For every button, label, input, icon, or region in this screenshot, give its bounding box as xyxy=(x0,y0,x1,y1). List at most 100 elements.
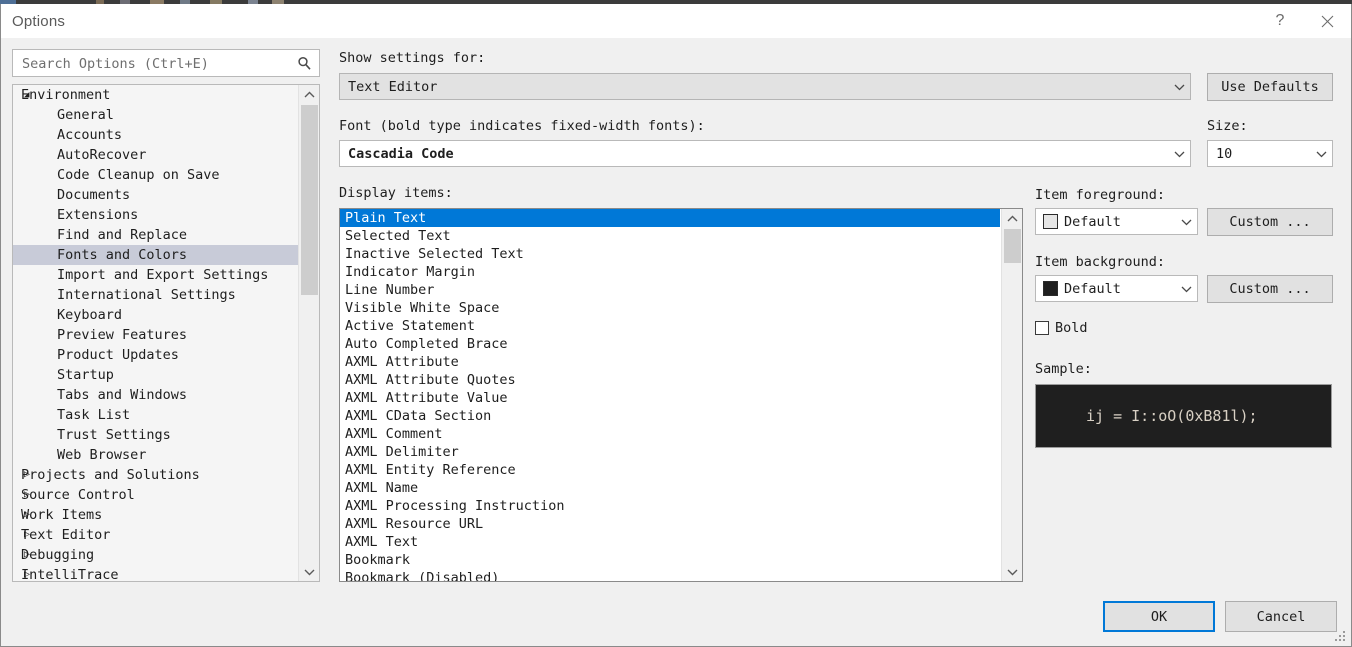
expander-closed-icon[interactable]: ▷ xyxy=(24,465,36,485)
display-item-row[interactable]: AXML Attribute xyxy=(340,353,1000,371)
display-item-row[interactable]: Inactive Selected Text xyxy=(340,245,1000,263)
tree-item[interactable]: Code Cleanup on Save xyxy=(13,165,298,185)
bold-label: Bold xyxy=(1055,320,1088,336)
show-settings-for-combo[interactable]: Text Editor xyxy=(339,73,1191,100)
tree-item[interactable]: Product Updates xyxy=(13,345,298,365)
tree-scroll-thumb[interactable] xyxy=(301,105,318,295)
expander-closed-icon[interactable]: ▷ xyxy=(24,565,36,581)
chevron-down-icon xyxy=(1175,285,1197,293)
item-background-value: Default xyxy=(1064,280,1121,297)
search-options-box[interactable] xyxy=(12,49,320,77)
display-item-row[interactable]: Selected Text xyxy=(340,227,1000,245)
tree-item[interactable]: Fonts and Colors xyxy=(13,245,298,265)
display-item-row[interactable]: Visible White Space xyxy=(340,299,1000,317)
display-item-row[interactable]: AXML Processing Instruction xyxy=(340,497,1000,515)
tree-item[interactable]: ▷ Work Items xyxy=(13,505,298,525)
items-scroll-down-icon[interactable] xyxy=(1002,562,1022,581)
tree-item-label: Fonts and Colors xyxy=(57,247,188,263)
tree-item[interactable]: Trust Settings xyxy=(13,425,298,445)
tree-item[interactable]: Startup xyxy=(13,365,298,385)
tree-scroll-up-icon[interactable] xyxy=(299,85,319,104)
expander-closed-icon[interactable]: ▷ xyxy=(24,525,36,545)
chevron-down-icon xyxy=(1175,218,1197,226)
display-item-row[interactable]: AXML Delimiter xyxy=(340,443,1000,461)
expander-closed-icon[interactable]: ▷ xyxy=(24,485,36,505)
display-item-row[interactable]: Line Number xyxy=(340,281,1000,299)
display-item-row[interactable]: AXML Resource URL xyxy=(340,515,1000,533)
display-item-row[interactable]: AXML Attribute Value xyxy=(340,389,1000,407)
display-item-row[interactable]: Auto Completed Brace xyxy=(340,335,1000,353)
item-foreground-combo[interactable]: Default xyxy=(1035,208,1198,235)
tree-item[interactable]: ▷ Text Editor xyxy=(13,525,298,545)
sample-text: ij = I::oO(0xB81l); xyxy=(1086,407,1258,425)
tree-item-label: Import and Export Settings xyxy=(57,267,269,283)
display-item-row[interactable]: AXML Comment xyxy=(340,425,1000,443)
tree-item-label: Extensions xyxy=(57,207,139,223)
use-defaults-button[interactable]: Use Defaults xyxy=(1207,73,1333,101)
tree-item[interactable]: Preview Features xyxy=(13,325,298,345)
item-background-custom-button[interactable]: Custom ... xyxy=(1207,275,1333,303)
tree-item-label: Task List xyxy=(57,407,131,423)
display-item-row[interactable]: AXML CData Section xyxy=(340,407,1000,425)
tree-item[interactable]: Tabs and Windows xyxy=(13,385,298,405)
font-combo[interactable]: Cascadia Code xyxy=(339,140,1191,167)
item-foreground-value: Default xyxy=(1064,213,1121,230)
tree-item[interactable]: ▷ IntelliTrace xyxy=(13,565,298,581)
tree-item[interactable]: Import and Export Settings xyxy=(13,265,298,285)
expander-open-icon[interactable]: ◢ xyxy=(24,85,36,105)
display-item-row[interactable]: AXML Text xyxy=(340,533,1000,551)
expander-closed-icon[interactable]: ▷ xyxy=(24,545,36,565)
display-item-row[interactable]: Indicator Margin xyxy=(340,263,1000,281)
display-item-row[interactable]: Bookmark xyxy=(340,551,1000,569)
expander-closed-icon[interactable]: ▷ xyxy=(24,505,36,525)
tree-item-label: General xyxy=(57,107,114,123)
tree-item[interactable]: Web Browser xyxy=(13,445,298,465)
chevron-down-icon xyxy=(1168,83,1190,91)
close-icon[interactable] xyxy=(1304,4,1350,38)
tree-item[interactable]: AutoRecover xyxy=(13,145,298,165)
bold-checkbox[interactable] xyxy=(1035,321,1049,335)
resize-grip[interactable] xyxy=(1335,631,1347,643)
item-background-combo[interactable]: Default xyxy=(1035,275,1198,302)
display-items-scrollbar[interactable] xyxy=(1001,209,1022,581)
tree-item[interactable]: Find and Replace xyxy=(13,225,298,245)
options-dialog: Options ? ◢EnvironmentGen xyxy=(0,0,1352,647)
search-icon[interactable] xyxy=(294,54,314,73)
tree-item[interactable]: Task List xyxy=(13,405,298,425)
item-foreground-custom-button[interactable]: Custom ... xyxy=(1207,208,1333,236)
display-item-row[interactable]: AXML Name xyxy=(340,479,1000,497)
bold-checkbox-row[interactable]: Bold xyxy=(1035,320,1088,336)
options-category-tree[interactable]: ◢ Environment General Accounts AutoRecover Co… xyxy=(12,84,320,582)
chevron-down-icon xyxy=(1310,150,1332,158)
tree-item[interactable]: ▷ Projects and Solutions xyxy=(13,465,298,485)
search-input[interactable] xyxy=(22,54,284,73)
tree-scrollbar[interactable] xyxy=(298,85,319,581)
tree-item[interactable]: Documents xyxy=(13,185,298,205)
tree-item[interactable]: Extensions xyxy=(13,205,298,225)
display-item-row[interactable]: Active Statement xyxy=(340,317,1000,335)
show-settings-for-label: Show settings for: xyxy=(339,50,486,66)
display-item-row[interactable]: Bookmark (Disabled) xyxy=(340,569,1000,581)
tree-item[interactable]: General xyxy=(13,105,298,125)
display-items-list[interactable]: Plain Text Selected Text Inactive Selected… xyxy=(339,208,1023,582)
display-item-row[interactable]: Plain Text xyxy=(340,209,1000,227)
tree-item[interactable]: Accounts xyxy=(13,125,298,145)
items-scroll-up-icon[interactable] xyxy=(1002,209,1022,228)
tree-item[interactable]: International Settings xyxy=(13,285,298,305)
cancel-button[interactable]: Cancel xyxy=(1225,601,1337,632)
tree-item[interactable]: Keyboard xyxy=(13,305,298,325)
ok-button[interactable]: OK xyxy=(1103,601,1215,632)
display-item-row[interactable]: AXML Attribute Quotes xyxy=(340,371,1000,389)
items-scroll-thumb[interactable] xyxy=(1004,229,1021,263)
tree-item[interactable]: ▷ Source Control xyxy=(13,485,298,505)
tree-item[interactable]: ◢ Environment xyxy=(13,85,298,105)
display-item-row[interactable]: AXML Entity Reference xyxy=(340,461,1000,479)
tree-item-label: Web Browser xyxy=(57,447,147,463)
tree-scroll-down-icon[interactable] xyxy=(299,562,319,581)
tree-item-label: Accounts xyxy=(57,127,123,143)
tree-item[interactable]: ▷ Debugging xyxy=(13,545,298,565)
display-items-label: Display items: xyxy=(339,185,453,201)
help-icon[interactable]: ? xyxy=(1257,4,1303,38)
tree-item-label: Startup xyxy=(57,367,114,383)
size-combo[interactable]: 10 xyxy=(1207,140,1333,167)
